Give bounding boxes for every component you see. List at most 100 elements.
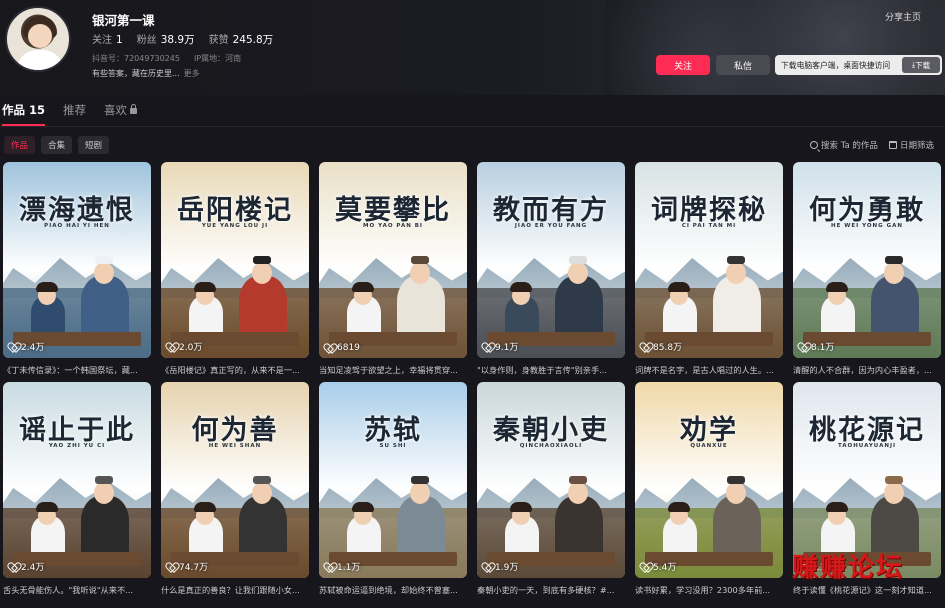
child-hair: [668, 282, 690, 292]
video-thumbnail[interactable]: 漂海遗恨 PIAO HAI YI HEN 2.4万: [3, 162, 151, 358]
like-count: 6819: [325, 343, 360, 353]
follow-stat[interactable]: 关注 1: [92, 31, 123, 47]
like-count-value: 1.9万: [495, 563, 519, 573]
elder-figure: [871, 276, 919, 338]
avatar[interactable]: [5, 6, 71, 72]
elder-hat: [885, 256, 903, 264]
video-title-pinyin: YUE YANG LOU JI: [201, 223, 269, 229]
video-thumbnail[interactable]: 劝学 QUANXUE 5.4万: [635, 382, 783, 578]
elder-figure: [555, 276, 603, 338]
video-thumbnail[interactable]: 谣止于此 YAO ZHI YU CI 2.4万: [3, 382, 151, 578]
video-thumbnail[interactable]: 莫要攀比 MO YAO PAN BI 6819: [319, 162, 467, 358]
like-count: 9.1万: [483, 340, 518, 353]
heart-icon: [799, 343, 808, 351]
heart-icon: [167, 563, 176, 571]
video-caption[interactable]: 《岳阳楼记》真正写的，从来不是一...: [161, 364, 309, 376]
lock-icon: [130, 104, 138, 114]
video-caption[interactable]: 什么是真正的善良？让我们跟随小女...: [161, 584, 309, 596]
message-button[interactable]: 私信: [716, 55, 770, 75]
elder-figure: [81, 496, 129, 558]
share-profile-link[interactable]: 分享主页: [885, 10, 921, 23]
tab-liked-label: 喜欢: [104, 103, 128, 117]
tab-liked[interactable]: 喜欢: [104, 102, 138, 126]
child-hair: [826, 502, 848, 512]
elder-hat: [569, 476, 587, 484]
video-thumbnail[interactable]: 词牌探秘 CI PAI TAN MI 85.8万: [635, 162, 783, 358]
download-button[interactable]: ⤓ 下载: [902, 57, 940, 73]
video-thumbnail[interactable]: 何为勇敢 HE WEI YONG GAN 8.1万: [793, 162, 941, 358]
video-caption[interactable]: 当知足凌驾于欲望之上，幸福将贯穿...: [319, 364, 467, 376]
video-card[interactable]: 词牌探秘 CI PAI TAN MI 85.8万 词牌不是名字，是古人唱过的人生…: [635, 162, 783, 382]
video-title-art: 何为善: [191, 415, 279, 446]
bio-text: 有些答案，藏在历史里...: [92, 69, 180, 78]
elder-head: [568, 482, 588, 504]
chip-short-drama[interactable]: 短剧: [78, 136, 110, 154]
video-caption[interactable]: 词牌不是名字，是古人唱过的人生。...: [635, 364, 783, 376]
video-caption[interactable]: 秦朝小吏的一天，到底有多硬核？#...: [477, 584, 625, 596]
profile-name: 银河第一课: [92, 13, 155, 28]
like-count-value: 85.8万: [653, 343, 683, 353]
video-caption[interactable]: 舌头无骨能伤人。"我听说"从来不...: [3, 584, 151, 596]
bio-more-link[interactable]: 更多: [184, 69, 200, 78]
chip-collections[interactable]: 合集: [41, 136, 73, 154]
child-hair: [352, 502, 374, 512]
video-title-art: 何为勇敢: [809, 195, 925, 226]
chip-works[interactable]: 作品: [4, 136, 36, 154]
heart-icon: [9, 343, 18, 351]
video-card[interactable]: 劝学 QUANXUE 5.4万 读书好累，学习没用？2300多年前...: [635, 382, 783, 602]
video-thumbnail[interactable]: 岳阳楼记 YUE YANG LOU JI 2.0万: [161, 162, 309, 358]
video-card[interactable]: 谣止于此 YAO ZHI YU CI 2.4万 舌头无骨能伤人。"我听说"从来不…: [3, 382, 151, 602]
tab-works[interactable]: 作品 15: [2, 102, 46, 126]
like-count-value: 9.1万: [495, 343, 519, 353]
child-hair: [36, 502, 58, 512]
elder-hat: [95, 476, 113, 484]
heart-icon: [325, 563, 334, 571]
elder-hat: [727, 256, 745, 264]
video-thumbnail[interactable]: 何为善 HE WEI SHAN 74.7万: [161, 382, 309, 578]
video-card[interactable]: 教而有方 JIAO ER YOU FANG 9.1万 "以身作则，身教胜于言传"…: [477, 162, 625, 382]
video-caption[interactable]: 终于读懂《桃花源记》这一刻才知道...: [793, 584, 941, 596]
video-thumbnail[interactable]: 秦朝小吏 QINCHAOXIAOLI 1.9万: [477, 382, 625, 578]
video-thumbnail[interactable]: 教而有方 JIAO ER YOU FANG 9.1万: [477, 162, 625, 358]
tab-works-count: 15: [29, 103, 46, 117]
video-thumbnail[interactable]: 苏轼 SU SHI 1.1万: [319, 382, 467, 578]
tab-recommended[interactable]: 推荐: [63, 102, 86, 126]
video-card[interactable]: 何为勇敢 HE WEI YONG GAN 8.1万 清醒的人不合群，因为内心丰盈…: [793, 162, 941, 382]
fans-stat[interactable]: 粉丝 38.9万: [137, 31, 195, 47]
follow-button[interactable]: 关注: [656, 55, 710, 75]
download-client-banner: 下载电脑客户端，桌面快捷访问 ⤓ 下载: [775, 55, 942, 75]
like-count: 2.4万: [9, 560, 44, 573]
video-title-pinyin: QUANXUE: [690, 443, 728, 449]
date-filter[interactable]: 日期筛选: [889, 139, 934, 151]
like-count: 74.7万: [167, 560, 208, 573]
video-card[interactable]: 漂海遗恨 PIAO HAI YI HEN 2.4万 《丁未传信录》：一个韩国祭坛…: [3, 162, 151, 382]
video-caption[interactable]: 读书好累，学习没用？2300多年前...: [635, 584, 783, 596]
elder-head: [410, 262, 430, 284]
elder-figure: [555, 496, 603, 558]
video-caption[interactable]: 清醒的人不合群，因为内心丰盈者，...: [793, 364, 941, 376]
like-count-value: 74.7万: [179, 563, 209, 573]
like-count: 2.0万: [167, 340, 202, 353]
video-card[interactable]: 苏轼 SU SHI 1.1万 苏轼被命运逼到绝境，却始终不曾塞...: [319, 382, 467, 602]
like-count: 8.1万: [799, 340, 834, 353]
video-title-pinyin: YAO ZHI YU CI: [48, 443, 106, 449]
elder-hat: [95, 256, 113, 264]
video-card[interactable]: 莫要攀比 MO YAO PAN BI 6819 当知足凌驾于欲望之上，幸福将贯穿…: [319, 162, 467, 382]
child-hair: [194, 502, 216, 512]
elder-figure: [81, 276, 129, 338]
elder-figure: [397, 276, 445, 338]
search-icon: [810, 141, 818, 149]
search-works[interactable]: 搜索 Ta 的作品: [810, 139, 878, 151]
video-title-pinyin: HE WEI SHAN: [208, 443, 262, 449]
elder-head: [252, 262, 272, 284]
video-card[interactable]: 何为善 HE WEI SHAN 74.7万 什么是真正的善良？让我们跟随小女..…: [161, 382, 309, 602]
like-count-value: 2.4万: [21, 343, 45, 353]
video-card[interactable]: 岳阳楼记 YUE YANG LOU JI 2.0万 《岳阳楼记》真正写的，从来不…: [161, 162, 309, 382]
video-caption[interactable]: "以身作则，身教胜于言传"别亲手...: [477, 364, 625, 376]
video-caption[interactable]: 《丁未传信录》：一个韩国祭坛，藏...: [3, 364, 151, 376]
video-card[interactable]: 秦朝小吏 QINCHAOXIAOLI 1.9万 秦朝小吏的一天，到底有多硬核？#…: [477, 382, 625, 602]
video-caption[interactable]: 苏轼被命运逼到绝境，却始终不曾塞...: [319, 584, 467, 596]
child-hair: [510, 502, 532, 512]
likes-stat: 获赞 245.8万: [209, 31, 274, 47]
video-title-pinyin: JIAO ER YOU FANG: [514, 223, 588, 229]
